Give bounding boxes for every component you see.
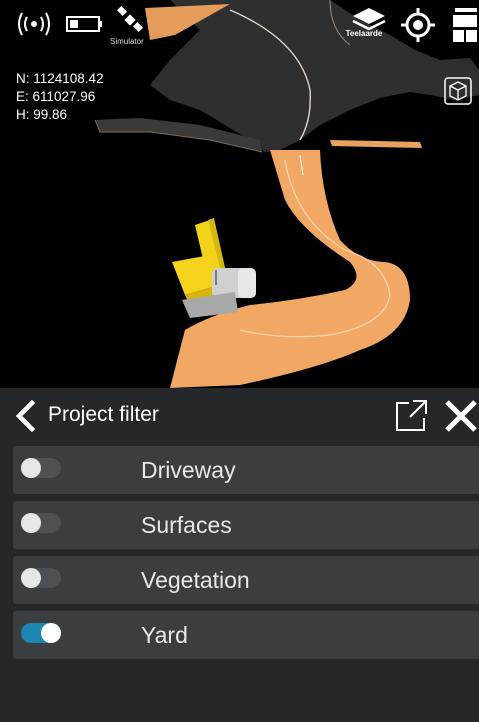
site-model — [94, 0, 479, 388]
simulator-label: Simulator — [110, 37, 144, 46]
toggle-switch[interactable] — [21, 568, 61, 588]
filter-row-yard[interactable]: Yard — [13, 611, 479, 659]
grid-menu-icon[interactable] — [451, 8, 479, 44]
excavator-model — [172, 218, 256, 318]
filter-label: Surfaces — [141, 512, 232, 538]
close-icon[interactable] — [443, 398, 479, 434]
filter-label: Driveway — [141, 457, 236, 483]
battery-icon — [66, 14, 104, 34]
toggle-switch[interactable] — [21, 513, 61, 533]
panel-header: Project filter — [0, 388, 479, 444]
height-coordinate: H: 99.86 — [16, 107, 68, 122]
active-layer-label[interactable]: Teelaarde — [344, 29, 384, 38]
wireless-signal-icon — [14, 10, 54, 38]
panel-title: Project filter — [48, 403, 159, 426]
position-readout: N: 1124108.42 E: 611027.96 H: 99.86 — [16, 70, 104, 124]
locate-icon[interactable] — [401, 8, 435, 42]
open-external-icon[interactable] — [393, 398, 429, 434]
project-filter-panel: Project filter Driveway Surfaces Vegetat… — [0, 388, 479, 722]
satellite-icon — [116, 6, 144, 34]
north-coordinate: N: 1124108.42 — [16, 71, 104, 86]
toggle-switch[interactable] — [21, 458, 61, 478]
3d-view-icon[interactable] — [444, 77, 472, 105]
filter-row-vegetation[interactable]: Vegetation — [13, 556, 479, 604]
back-icon[interactable] — [12, 399, 38, 433]
filter-row-surfaces[interactable]: Surfaces — [13, 501, 479, 549]
east-coordinate: E: 611027.96 — [16, 89, 96, 104]
filter-label: Yard — [141, 622, 188, 648]
filter-label: Vegetation — [141, 567, 250, 593]
filter-row-driveway[interactable]: Driveway — [13, 446, 479, 494]
toggle-switch[interactable] — [21, 623, 61, 643]
map-viewport[interactable]: Simulator Teelaarde N: 1124108.42 E: 611… — [0, 0, 479, 388]
